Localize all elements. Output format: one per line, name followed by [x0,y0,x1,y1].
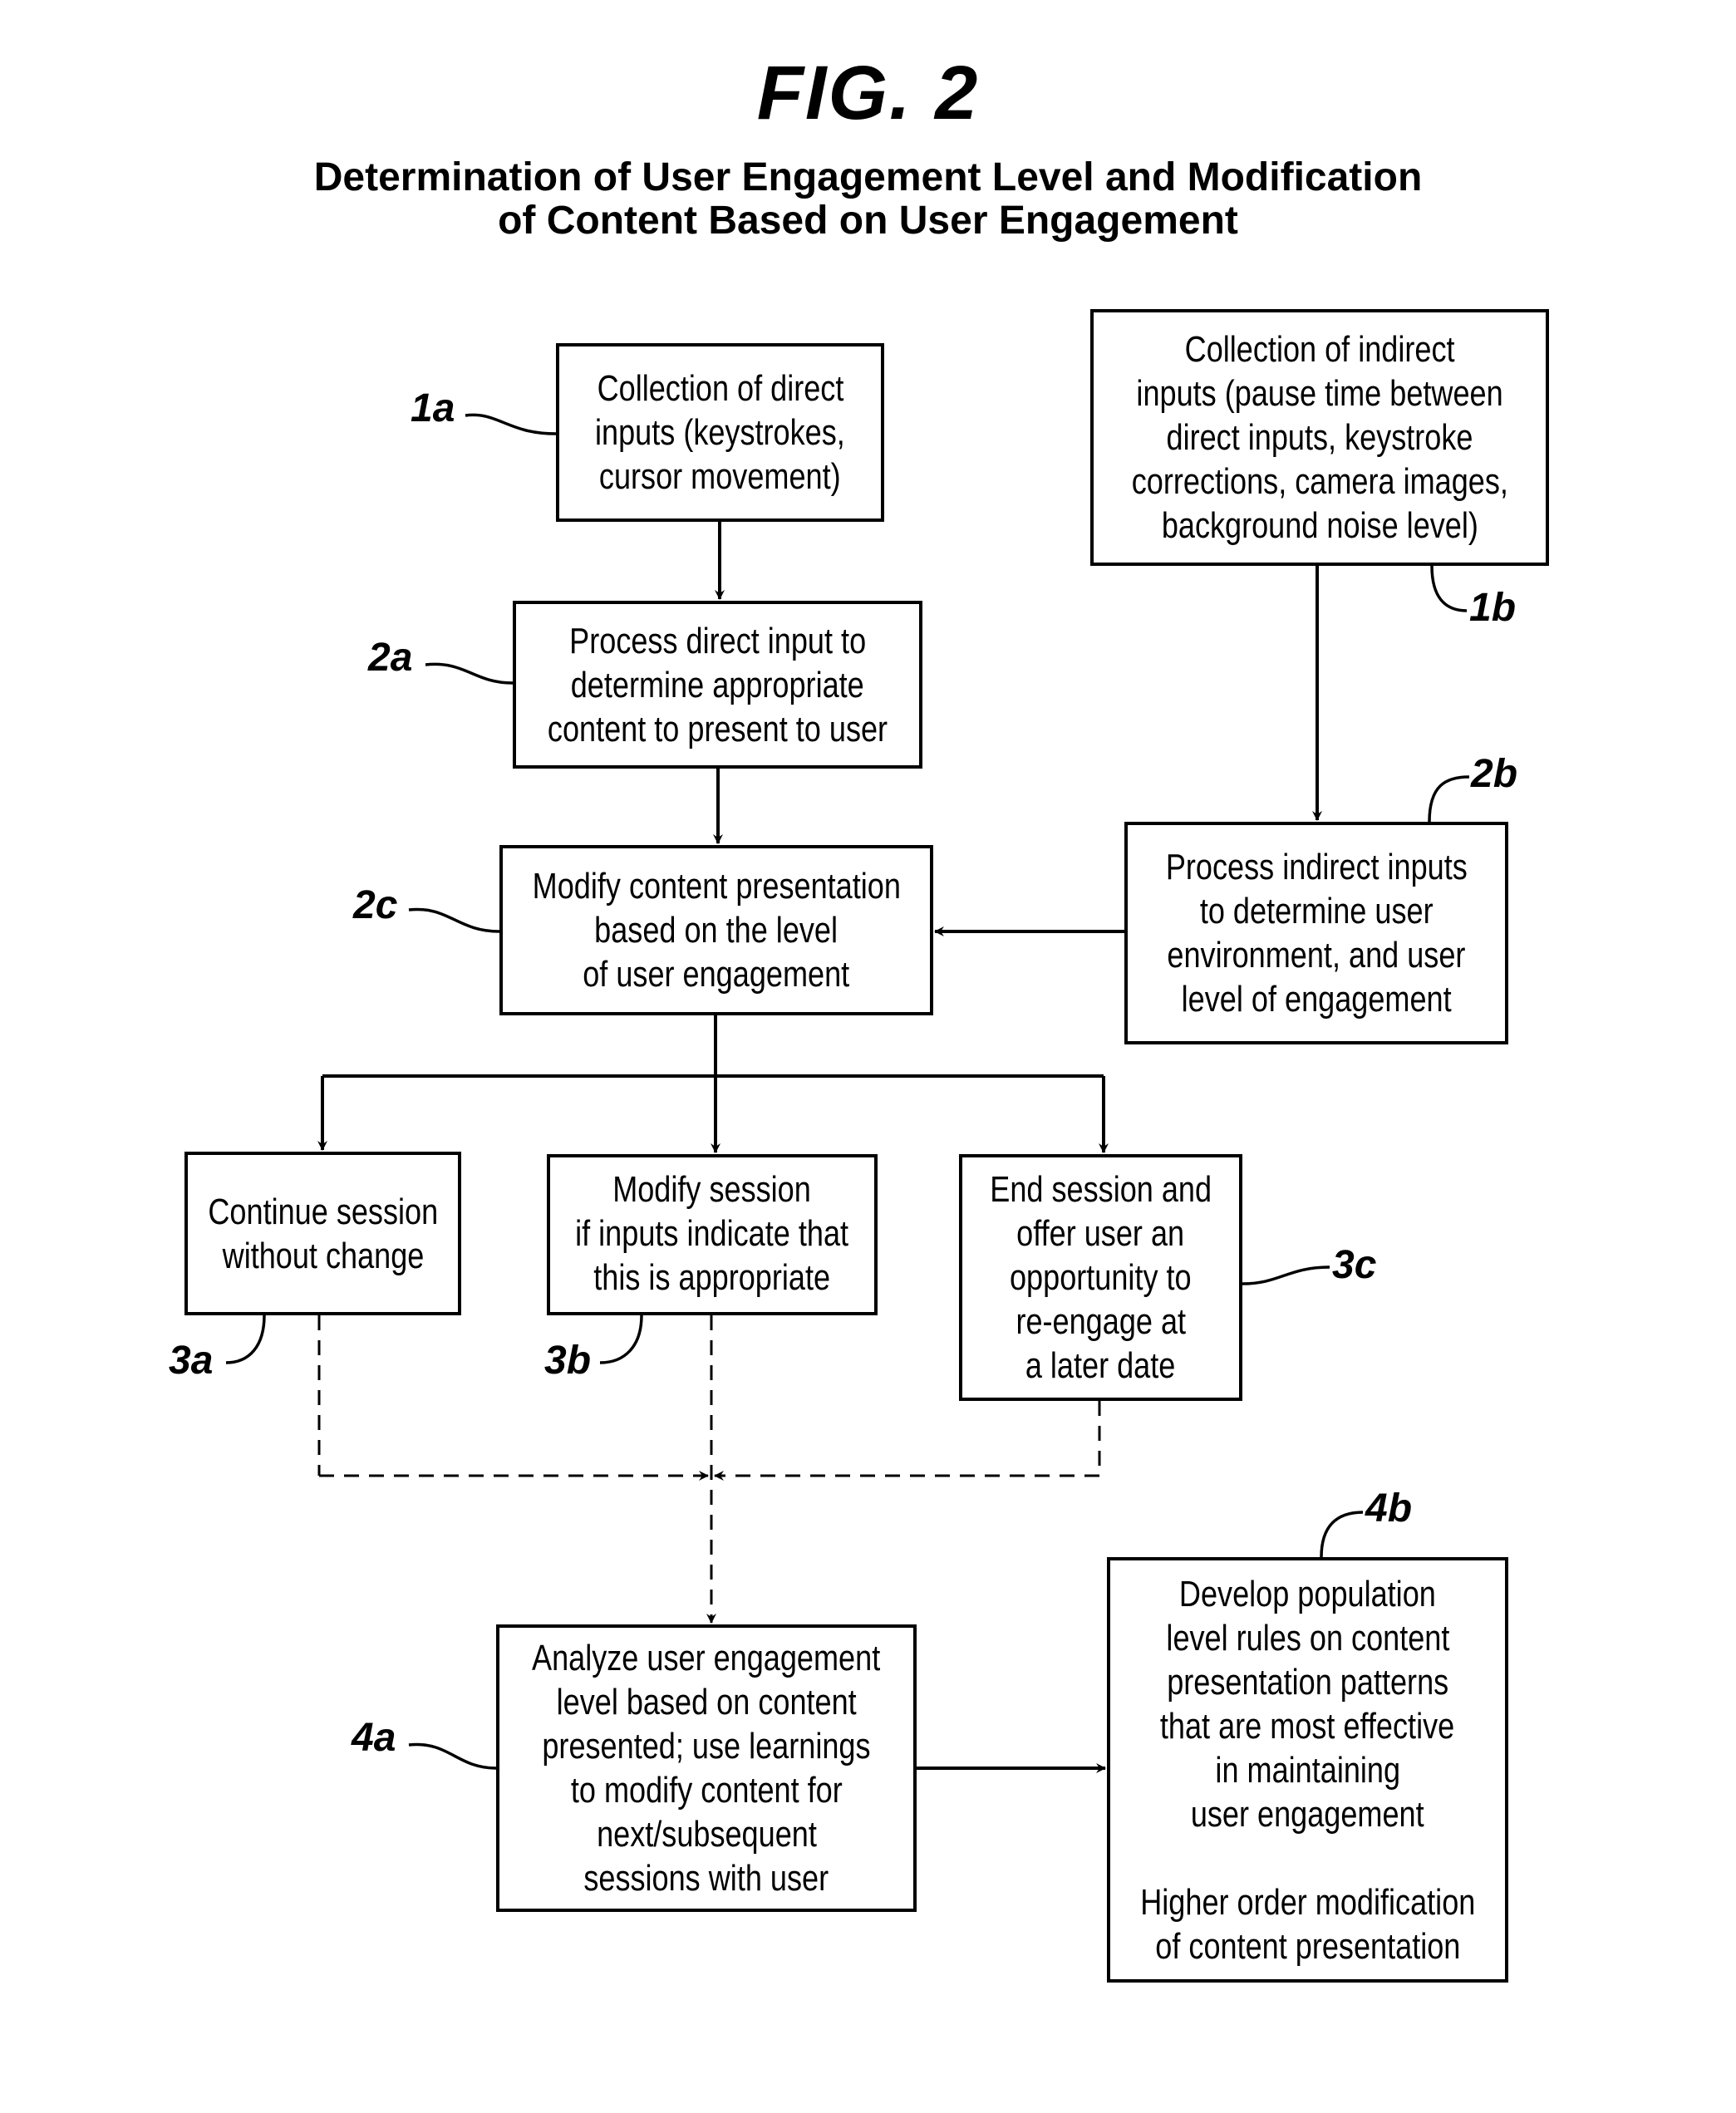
node-text: corrections, camera images, [1131,461,1508,502]
node-3b-modify-session: Modify session if inputs indicate that t… [547,1154,878,1315]
node-text: determine appropriate [570,664,864,705]
node-text: cursor movement) [599,456,841,497]
leader-3b [599,1314,643,1364]
node-text: re-engage at [1016,1301,1186,1342]
node-text: content to present to user [547,708,888,749]
ref-label-4a: 4a [352,1716,396,1760]
node-3c-end-session: End session and offer user an opportunit… [959,1154,1242,1401]
node-text: level of engagement [1181,979,1452,1020]
node-text: of user engagement [583,954,850,995]
node-text: that are most effective [1160,1705,1455,1747]
node-text: End session and [990,1169,1212,1210]
node-text: opportunity to [1010,1257,1192,1298]
node-text: next/subsequent [596,1814,817,1855]
ref-label-2b: 2b [1471,752,1518,796]
leader-2a [425,662,514,685]
node-text: in maintaining [1215,1749,1400,1791]
leader-4a [408,1742,497,1770]
node-text: Develop population [1179,1573,1436,1614]
node-text: direct inputs, keystroke [1166,417,1473,458]
leader-1a [465,413,557,435]
ref-label-2a: 2a [368,636,413,680]
node-text: this is appropriate [593,1257,831,1298]
ref-label-2c: 2c [353,883,398,927]
leader-2c [408,907,500,933]
node-text: if inputs indicate that [575,1213,849,1254]
node-text: without change [222,1235,424,1276]
node-text: Higher order modification [1139,1881,1476,1923]
node-text: Process indirect inputs [1165,847,1468,887]
node-4b-population-rules: Develop population level rules on conten… [1107,1557,1508,1983]
node-text: inputs (keystrokes, [595,412,845,453]
node-text: to modify content for [570,1770,843,1811]
leader-2b [1428,775,1470,823]
node-text: background noise level) [1161,505,1478,546]
node-text: level based on content [556,1682,857,1722]
node-2c-modify-content-presentation: Modify content presentation based on the… [499,845,933,1015]
node-text: inputs (pause time between [1136,373,1503,414]
ref-label-3b: 3b [544,1339,592,1383]
ref-label-4b: 4b [1365,1486,1413,1531]
node-text: Modify content presentation [532,866,901,907]
node-3a-continue-session: Continue session without change [184,1152,461,1315]
ref-label-1a: 1a [411,386,455,430]
node-text: environment, and user [1167,935,1466,975]
node-1a-direct-input-collection: Collection of direct inputs (keystrokes,… [556,343,884,522]
node-text: Analyze user engagement [532,1638,881,1678]
ref-label-3a: 3a [169,1339,214,1383]
node-text: to determine user [1199,891,1434,931]
node-text: based on the level [594,910,838,951]
node-text: of content presentation [1154,1925,1461,1967]
node-text: offer user an [1016,1213,1185,1254]
node-text: Process direct input to [569,620,866,661]
node-text: user engagement [1191,1793,1424,1835]
node-2a-process-direct-input: Process direct input to determine approp… [513,601,922,769]
ref-label-1b: 1b [1469,586,1517,630]
node-text: sessions with user [583,1858,829,1899]
leader-1b [1430,565,1468,612]
ref-label-3c: 3c [1332,1243,1377,1287]
leader-3a [225,1314,266,1364]
leader-4b [1320,1511,1364,1558]
node-text: Collection of direct [597,368,843,409]
node-text: Collection of indirect [1184,329,1455,370]
node-1b-indirect-input-collection: Collection of indirect inputs (pause tim… [1090,309,1549,566]
node-4a-analyze-engagement: Analyze user engagement level based on c… [496,1624,917,1912]
leader-3c [1242,1265,1330,1285]
node-text: presented; use learnings [542,1726,871,1767]
node-text: a later date [1025,1345,1176,1386]
node-text: presentation patterns [1167,1661,1448,1703]
node-2b-process-indirect-inputs: Process indirect inputs to determine use… [1124,822,1508,1044]
node-text: Modify session [612,1169,812,1210]
node-text: level rules on content [1166,1617,1449,1658]
node-text: Continue session [208,1191,438,1232]
